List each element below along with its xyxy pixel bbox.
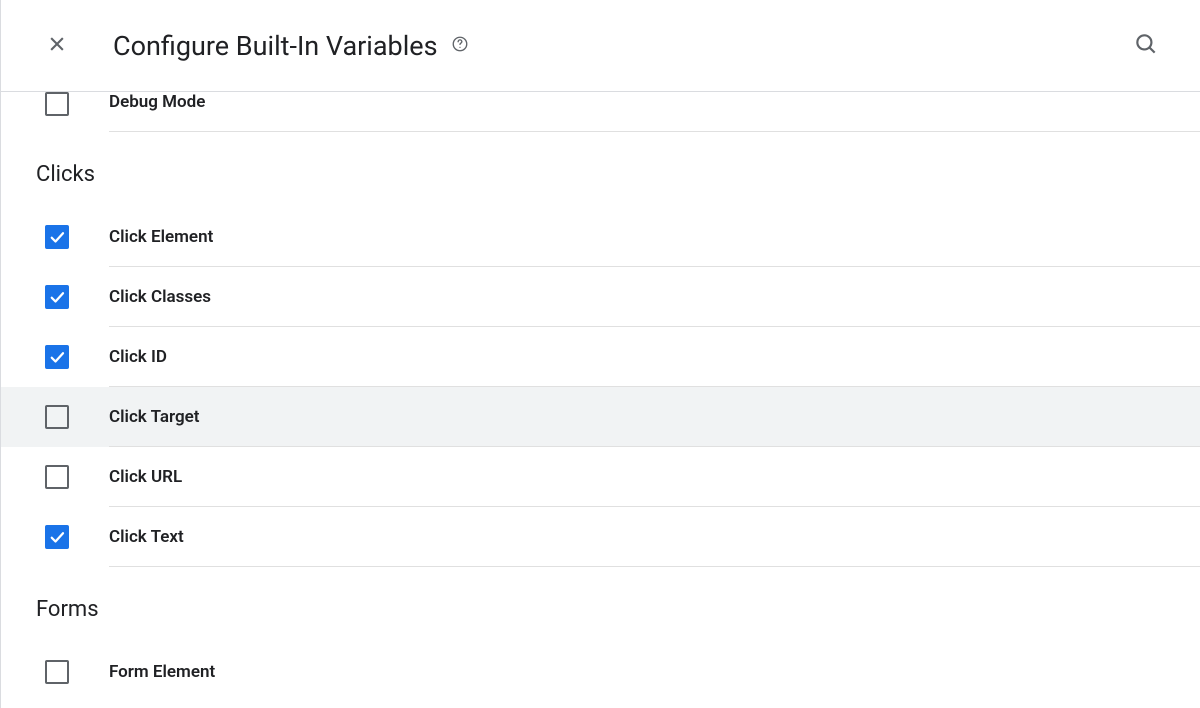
section-title-forms: Forms [1, 567, 1200, 642]
help-icon [451, 35, 469, 57]
variable-row-click-element[interactable]: Click Element [1, 207, 1200, 267]
row-label: Click URL [109, 467, 182, 487]
help-button[interactable] [450, 36, 470, 56]
variable-row-debug-mode[interactable]: Debug Mode [1, 92, 1200, 132]
variable-row-click-id[interactable]: Click ID [1, 327, 1200, 387]
checkbox-click-target[interactable] [45, 405, 69, 429]
row-label: Click Target [109, 407, 200, 427]
variable-row-click-classes[interactable]: Click Classes [1, 267, 1200, 327]
row-label: Form Element [109, 662, 215, 682]
checkbox-click-id[interactable] [45, 345, 69, 369]
checkbox-click-classes[interactable] [45, 285, 69, 309]
dialog-header: Configure Built-In Variables [1, 0, 1200, 92]
checkbox-click-element[interactable] [45, 225, 69, 249]
variable-row-click-target[interactable]: Click Target [1, 387, 1200, 447]
section-title-clicks: Clicks [1, 132, 1200, 207]
search-icon [1133, 31, 1159, 61]
row-label: Click Element [109, 227, 213, 247]
checkbox-click-text[interactable] [45, 525, 69, 549]
row-label: Debug Mode [109, 92, 205, 112]
dialog-title: Configure Built-In Variables [113, 30, 438, 62]
close-button[interactable] [45, 34, 69, 58]
row-label: Click Classes [109, 287, 211, 307]
divider [109, 566, 1200, 567]
checkbox-debug-mode[interactable] [45, 92, 69, 116]
checkbox-form-element[interactable] [45, 660, 69, 684]
variable-row-form-element[interactable]: Form Element [1, 642, 1200, 702]
variable-row-click-text[interactable]: Click Text [1, 507, 1200, 567]
variable-row-click-url[interactable]: Click URL [1, 447, 1200, 507]
search-button[interactable] [1132, 32, 1160, 60]
close-icon [47, 34, 67, 58]
row-label: Click Text [109, 527, 184, 547]
divider [109, 131, 1200, 132]
checkbox-click-url[interactable] [45, 465, 69, 489]
row-label: Click ID [109, 347, 167, 367]
content-area: Debug Mode Clicks Click Element Click Cl… [1, 92, 1200, 702]
